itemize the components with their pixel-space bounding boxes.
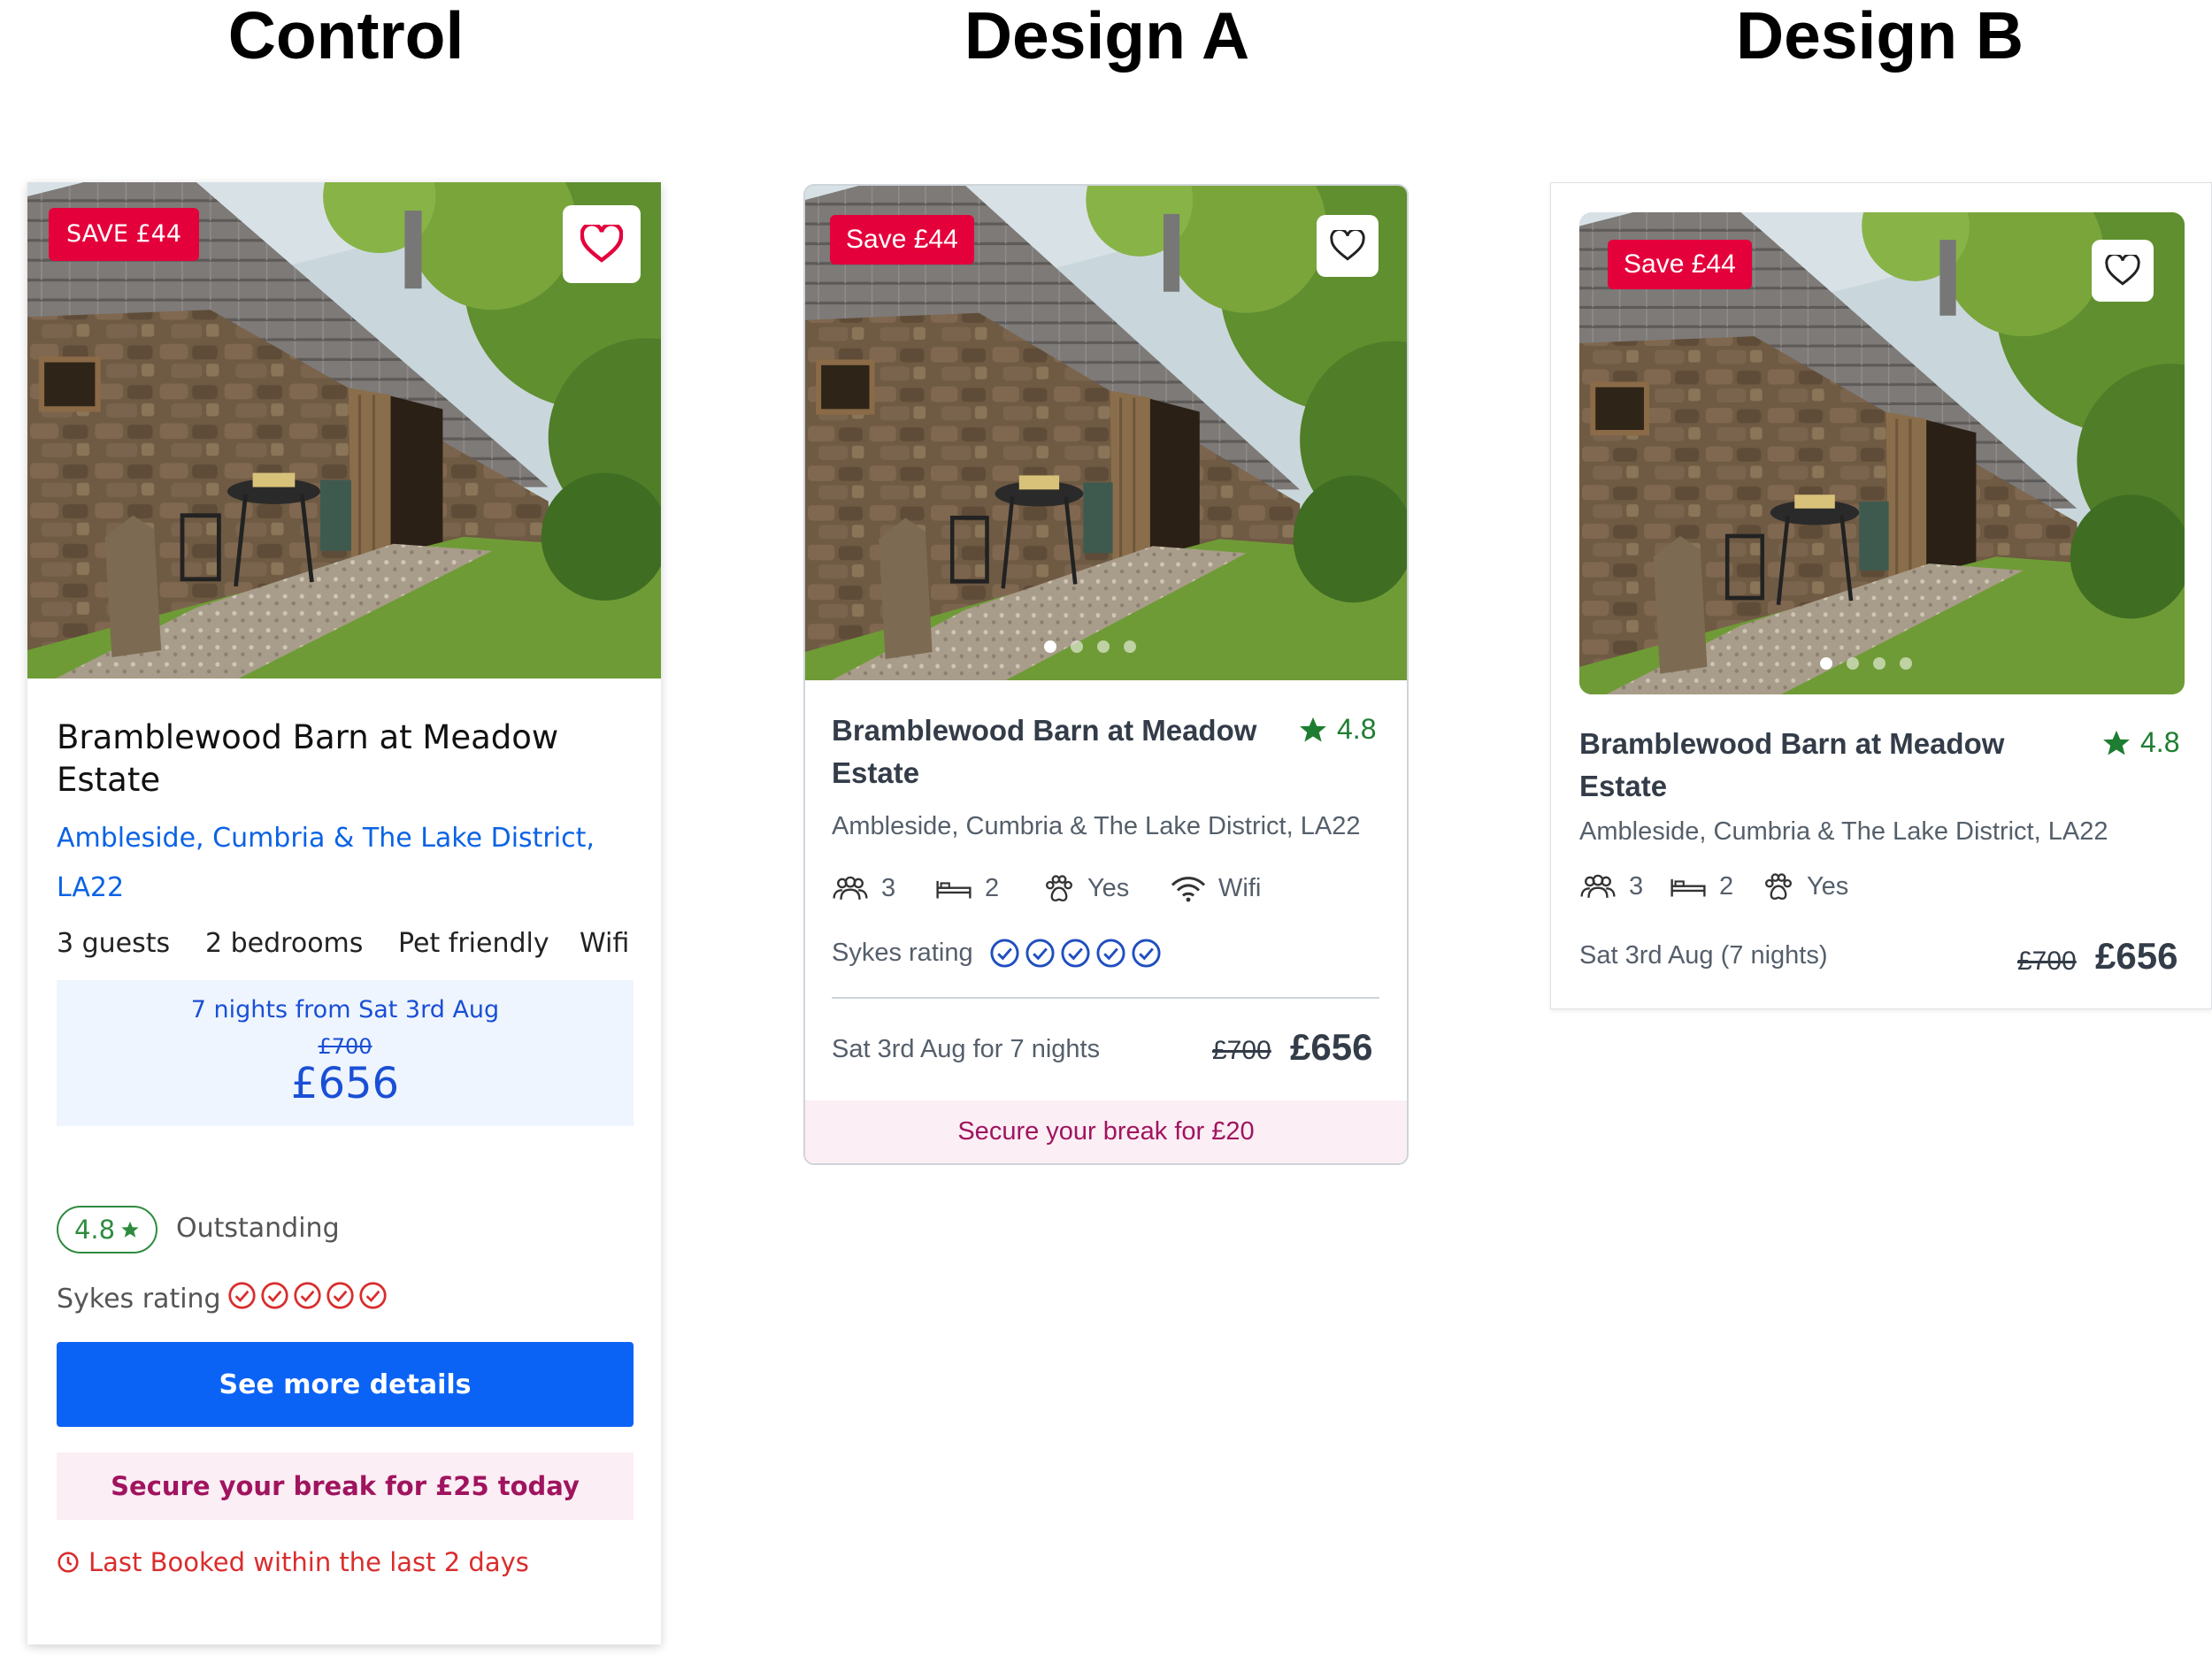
heart-icon — [1330, 230, 1365, 261]
sykes-check-icon — [1061, 939, 1090, 968]
stay-dates: Sat 3rd Aug (7 nights) — [1579, 941, 1828, 970]
clock-icon — [58, 1552, 79, 1573]
paw-icon — [1765, 872, 1792, 900]
feature-guests: 3 — [832, 874, 895, 903]
carousel-dot[interactable] — [1097, 640, 1110, 653]
current-price: £656 — [290, 1059, 400, 1108]
last-booked-text: Last Booked within the last 2 days — [88, 1547, 529, 1577]
divider — [832, 997, 1379, 999]
favourite-button[interactable] — [563, 205, 641, 283]
property-name[interactable]: Bramblewood Barn at Meadow Estate — [832, 709, 1292, 794]
secure-break-banner[interactable]: Secure your break for £25 today — [57, 1453, 634, 1520]
sykes-check-icon — [228, 1282, 256, 1309]
heart-icon — [580, 225, 623, 263]
control-card[interactable]: SAVE £44 Bramblewood Barn at Meadow Esta… — [27, 182, 661, 1644]
feature-bedrooms: 2 — [1670, 872, 1733, 901]
feature-bedrooms: 2 — [935, 874, 999, 903]
sykes-rating-icons — [989, 938, 1162, 969]
review-score-badge: 4.8 — [57, 1206, 157, 1254]
carousel-dot[interactable] — [1044, 640, 1056, 653]
feature-guests: 3 — [1579, 872, 1643, 901]
save-badge: Save £44 — [1608, 240, 1752, 289]
guests-icon — [1580, 874, 1616, 898]
feature-pets: Pet friendly — [398, 928, 549, 959]
feature-wifi: Wifi — [580, 928, 630, 959]
carousel-dot[interactable] — [1071, 640, 1083, 653]
see-more-details-button[interactable]: See more details — [57, 1342, 634, 1427]
carousel-dots[interactable] — [1820, 657, 1912, 670]
save-badge: SAVE £44 — [49, 208, 200, 261]
sykes-check-icon — [326, 1282, 354, 1309]
carousel-dot[interactable] — [1900, 657, 1912, 670]
price-box: 7 nights from Sat 3rd Aug £700 £656 — [57, 980, 634, 1126]
last-booked-notice: Last Booked within the last 2 days — [57, 1547, 529, 1577]
favourite-button[interactable] — [1317, 215, 1379, 277]
sykes-check-icon — [261, 1282, 288, 1309]
feature-wifi: Wifi — [1171, 874, 1261, 903]
feature-pets-value: Yes — [1087, 874, 1130, 902]
heart-icon — [2105, 255, 2140, 286]
review-score: 4.8 — [1337, 713, 1377, 745]
feature-guests-value: 3 — [881, 874, 896, 902]
feature-pets: Yes — [1043, 874, 1129, 903]
sykes-check-icon — [1132, 939, 1161, 968]
star-icon — [2103, 730, 2130, 755]
sykes-check-icon — [990, 939, 1019, 968]
design-a-heading: Design A — [964, 0, 1250, 73]
design-b-heading: Design B — [1735, 0, 2024, 73]
favourite-button[interactable] — [2092, 240, 2154, 302]
carousel-dot[interactable] — [1124, 640, 1136, 653]
feature-pets: Yes — [1763, 872, 1848, 901]
current-price: £656 — [2095, 935, 2178, 977]
sykes-check-icon — [1096, 939, 1125, 968]
old-price: £700 — [318, 1034, 373, 1059]
review-score: 4.8 — [73, 1215, 116, 1245]
sykes-rating-label: Sykes rating — [57, 1284, 221, 1315]
current-price: £656 — [1290, 1026, 1373, 1068]
review-rating: 4.8 — [2101, 726, 2179, 759]
property-name[interactable]: Bramblewood Barn at Meadow Estate — [57, 717, 588, 801]
property-location-link[interactable]: Ambleside, Cumbria & The Lake District, … — [57, 814, 605, 913]
feature-wifi-value: Wifi — [1218, 874, 1262, 902]
sykes-check-icon — [294, 1282, 321, 1309]
property-location: Ambleside, Cumbria & The Lake District, … — [832, 812, 1361, 840]
design-b-card[interactable]: Save £44 Bramblewood Barn at Meadow Esta… — [1550, 182, 2212, 1009]
bed-icon — [1671, 878, 1706, 896]
feature-guests: 3 guests — [57, 928, 171, 959]
carousel-dot[interactable] — [1873, 657, 1886, 670]
review-label: Outstanding — [176, 1213, 340, 1244]
property-name[interactable]: Bramblewood Barn at Meadow Estate — [1579, 723, 2039, 808]
star-icon — [121, 1221, 139, 1238]
review-score: 4.8 — [2140, 726, 2180, 758]
feature-bedrooms-value: 2 — [985, 874, 1000, 902]
sykes-check-icon — [1025, 939, 1055, 968]
sykes-check-icon — [359, 1282, 387, 1309]
price-caption: 7 nights from Sat 3rd Aug — [190, 996, 500, 1024]
bed-icon — [936, 880, 972, 898]
save-badge: Save £44 — [830, 215, 974, 264]
stay-dates: Sat 3rd Aug for 7 nights — [832, 1035, 1101, 1063]
sykes-rating-icons — [227, 1281, 388, 1310]
feature-bedrooms: 2 bedrooms — [205, 928, 364, 959]
paw-icon — [1046, 874, 1072, 901]
design-a-card[interactable]: Save £44 Bramblewood Barn at Meadow Esta… — [803, 184, 1409, 1165]
control-heading: Control — [227, 0, 465, 73]
old-price: £700 — [2017, 947, 2077, 976]
property-location: Ambleside, Cumbria & The Lake District, … — [1579, 817, 2108, 846]
old-price: £700 — [1212, 1036, 1271, 1065]
feature-guests-value: 3 — [1629, 872, 1644, 901]
wifi-icon — [1171, 876, 1206, 901]
carousel-dots[interactable] — [1044, 640, 1136, 653]
review-rating: 4.8 — [1298, 713, 1376, 746]
guests-icon — [833, 876, 868, 900]
secure-break-banner[interactable]: Secure your break for £20 — [805, 1100, 1407, 1163]
sykes-rating-label: Sykes rating — [832, 939, 973, 967]
carousel-dot[interactable] — [1820, 657, 1832, 670]
feature-bedrooms-value: 2 — [1719, 872, 1734, 901]
feature-pets-value: Yes — [1807, 872, 1849, 901]
carousel-dot[interactable] — [1847, 657, 1859, 670]
star-icon — [1300, 717, 1326, 741]
